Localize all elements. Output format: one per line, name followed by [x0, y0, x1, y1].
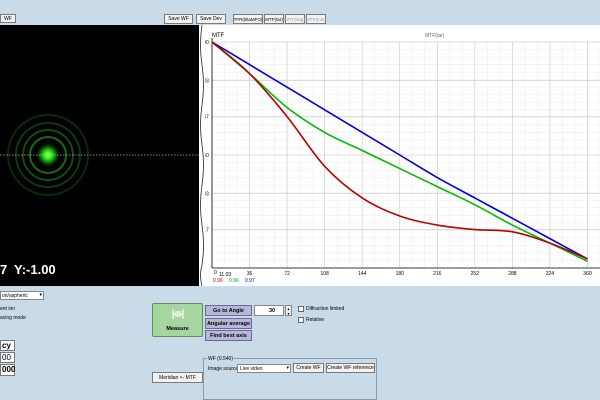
x-tick-label: 36 [247, 271, 253, 277]
save-dev-button[interactable]: Save Dev [196, 14, 226, 24]
y-tick-label: 0.33 [205, 191, 209, 197]
go-to-angle-button[interactable]: Go to Angle [205, 305, 252, 316]
x-tick-label: 180 [396, 271, 405, 277]
create-wf-button[interactable]: Create WF [293, 363, 324, 373]
y-tick-label: 0.67 [205, 115, 209, 121]
x-tick-label: 252 [471, 271, 480, 277]
image-source-value: Live video [240, 366, 263, 372]
angle-spinner[interactable]: ▴ ▾ [285, 305, 292, 316]
mtf-chart-svg: MTF MTF(tar) 1.00 0.83 0.67 0.50 0.33 0.17 0 36 72… [205, 33, 600, 284]
cursor-value-3: 0.97 [245, 278, 255, 284]
option-label-2: acing mode [0, 315, 26, 321]
tab-mtf-tar[interactable]: MTF(tar) [264, 14, 284, 24]
wf-groupbox: WF (0.540) Image source Live video ▾ Cre… [203, 356, 377, 400]
psf-image [0, 114, 199, 196]
save-wf-button[interactable]: Save WF [164, 14, 193, 24]
angle-value: 30 [269, 308, 276, 314]
measure-icon [172, 309, 184, 319]
mode-dropdown-value: on/aspheric [2, 293, 28, 299]
mode-dropdown[interactable]: on/aspheric ▾ [0, 291, 44, 300]
x-tick-label: 0 [214, 270, 217, 276]
table-header: cy [0, 340, 15, 351]
diffraction-limited-label: Diffraction limited [306, 306, 345, 312]
angle-input[interactable]: 30 [254, 305, 284, 316]
table-cell-1: 00 [0, 352, 15, 363]
wf-group-title: WF (0.540) [207, 356, 235, 362]
y-tick-label: 0.50 [205, 153, 209, 159]
relative-label: Relative [306, 317, 325, 323]
y-readout: Y:-1.00 [14, 262, 56, 277]
meridian-mtf-button[interactable]: Meridian <- MTF [152, 372, 203, 383]
spin-down-icon[interactable]: ▾ [286, 311, 291, 316]
psf-view[interactable]: 7 Y:-1.00 [0, 25, 199, 286]
tab-mtf-sag[interactable]: MTF(sag) [285, 14, 305, 24]
x-tick-label: 144 [358, 271, 367, 277]
y-tick-label: 0.17 [205, 228, 209, 234]
mtf-chart[interactable]: MTF MTF(tar) 1.00 0.83 0.67 0.50 0.33 0.17 0 36 72… [205, 25, 600, 286]
y-axis-label: MTF [212, 33, 225, 39]
table-cell-2: 000 [0, 364, 16, 376]
chevron-down-icon: ▾ [39, 292, 42, 298]
tab-mtf-min[interactable]: MTF(min) [306, 14, 326, 24]
measure-button[interactable]: Measure [152, 303, 203, 337]
wf-button[interactable]: WF [0, 14, 16, 23]
y-tick-label: 1.00 [205, 40, 209, 46]
cursor-value-1: 0.96 [213, 278, 223, 284]
option-label-1: ent ion [0, 306, 16, 312]
x-tick-label: 288 [508, 271, 517, 277]
x-tick-label: 216 [433, 271, 442, 277]
tab-tfr[interactable]: TFR(tiltaMFO) [233, 14, 263, 24]
relative-checkbox[interactable] [298, 317, 304, 323]
x-tick-label: 324 [546, 271, 555, 277]
x-tick-label: 108 [320, 271, 329, 277]
angular-average-button[interactable]: Angular average [205, 318, 252, 329]
x-tick-label: 72 [284, 271, 290, 277]
x-tick-label: 360 [583, 271, 592, 277]
y-tick-label: 0.83 [205, 78, 209, 84]
x-readout: 7 [0, 262, 8, 277]
chart-title: MTF(tar) [425, 33, 445, 39]
readout-table: cy 00 000 [0, 340, 15, 377]
diffraction-limited-checkbox[interactable] [298, 306, 304, 312]
chevron-down-icon: ▾ [286, 365, 289, 371]
cursor-value-2: 0.96 [229, 278, 239, 284]
measure-label: Measure [166, 326, 189, 332]
image-source-select[interactable]: Live video ▾ [237, 364, 291, 373]
create-wf-reference-button[interactable]: Create WF reference [326, 363, 375, 373]
image-source-label: Image source [208, 366, 239, 372]
find-best-axis-button[interactable]: Find best axis [205, 330, 252, 341]
